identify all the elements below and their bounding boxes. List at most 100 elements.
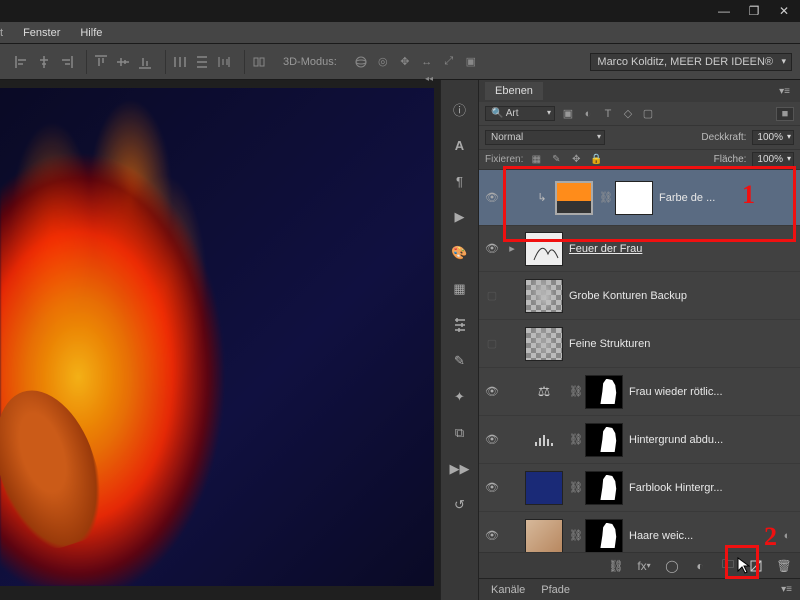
- filter-type-icon[interactable]: T: [601, 107, 615, 121]
- lock-all-icon[interactable]: 🔒: [589, 153, 603, 167]
- panel-menu-icon[interactable]: ▾≡: [775, 86, 794, 97]
- window-close-button[interactable]: ✕: [770, 2, 798, 20]
- layer-row[interactable]: 👁 ⛓ Farblook Hintergr...: [479, 464, 800, 512]
- layer-thumb[interactable]: [525, 327, 563, 361]
- layer-name[interactable]: Farblook Hintergr...: [629, 482, 794, 494]
- 3d-pan-icon[interactable]: ✥: [395, 52, 415, 72]
- window-minimize-button[interactable]: —: [710, 2, 738, 20]
- link-layers-icon[interactable]: ⛓: [608, 558, 624, 574]
- link-mask-icon[interactable]: ⛓: [569, 529, 579, 542]
- layer-name[interactable]: Frau wieder rötlic...: [629, 386, 794, 398]
- link-mask-icon[interactable]: ⛓: [569, 481, 579, 494]
- align-right-icon[interactable]: [56, 52, 76, 72]
- tab-pfade[interactable]: Pfade: [533, 581, 578, 599]
- visibility-toggle-icon[interactable]: 👁: [485, 191, 499, 205]
- swatches-panel-icon[interactable]: 🎨: [450, 244, 470, 262]
- visibility-toggle-icon[interactable]: ▢: [485, 289, 499, 303]
- layer-name[interactable]: Hintergrund abdu...: [629, 434, 794, 446]
- new-layer-icon[interactable]: [748, 558, 764, 574]
- 3d-roll-icon[interactable]: ◎: [373, 52, 393, 72]
- history-panel-icon[interactable]: ↺: [450, 496, 470, 514]
- auto-align-icon[interactable]: [249, 52, 269, 72]
- layer-thumb[interactable]: ⚖: [525, 375, 563, 409]
- grid-panel-icon[interactable]: ▦: [450, 280, 470, 298]
- layer-filter-type[interactable]: 🔍 Art: [485, 106, 555, 121]
- smart-collapse-icon[interactable]: ▸: [505, 242, 519, 256]
- visibility-toggle-icon[interactable]: 👁: [485, 242, 499, 256]
- layer-name[interactable]: Haare weic...: [629, 530, 774, 542]
- tab-ebenen[interactable]: Ebenen: [485, 82, 543, 100]
- layer-name[interactable]: Feuer der Frau: [569, 243, 794, 255]
- lock-paint-icon[interactable]: ✎: [549, 153, 563, 167]
- visibility-toggle-icon[interactable]: 👁: [485, 529, 499, 543]
- collapse-handle-icon[interactable]: ◂◂: [418, 74, 440, 82]
- layer-row[interactable]: ▢ Grobe Konturen Backup: [479, 272, 800, 320]
- menu-hilfe[interactable]: Hilfe: [80, 27, 102, 39]
- layer-mask-thumb[interactable]: [615, 181, 653, 215]
- new-fill-adjust-icon[interactable]: ◐: [692, 558, 708, 574]
- layer-thumb[interactable]: [525, 471, 563, 505]
- lock-transparent-icon[interactable]: ▦: [529, 153, 543, 167]
- filter-shape-icon[interactable]: ◇: [621, 107, 635, 121]
- layer-mask-thumb[interactable]: [585, 471, 623, 505]
- add-mask-icon[interactable]: ◯: [664, 558, 680, 574]
- bottom-panel-menu-icon[interactable]: ▾≡: [777, 584, 796, 595]
- wand-panel-icon[interactable]: ✦: [450, 388, 470, 406]
- visibility-toggle-icon[interactable]: 👁: [485, 433, 499, 447]
- brush-panel-icon[interactable]: ✎: [450, 352, 470, 370]
- 3d-scale-icon[interactable]: ⤢: [439, 52, 459, 72]
- 3d-slide-icon[interactable]: ↔: [417, 52, 437, 72]
- layer-thumb[interactable]: [555, 181, 593, 215]
- layer-row[interactable]: 👁 ⛓ Haare weic... ◐: [479, 512, 800, 552]
- align-center-h-icon[interactable]: [34, 52, 54, 72]
- document-canvas[interactable]: [0, 88, 434, 586]
- layer-row[interactable]: 👁 ▸ Feuer der Frau: [479, 226, 800, 272]
- layer-thumb[interactable]: [525, 232, 563, 266]
- filter-adjust-icon[interactable]: ◐: [581, 107, 595, 121]
- distribute-space-icon[interactable]: [214, 52, 234, 72]
- 3d-orbit-icon[interactable]: [351, 52, 371, 72]
- visibility-toggle-icon[interactable]: 👁: [485, 481, 499, 495]
- distribute-v-icon[interactable]: [192, 52, 212, 72]
- link-mask-icon[interactable]: ⛓: [599, 191, 609, 204]
- character-panel-icon[interactable]: A: [450, 136, 470, 154]
- info-panel-icon[interactable]: ⓘ: [450, 100, 470, 118]
- actions-panel-icon[interactable]: ▶▶: [450, 460, 470, 478]
- smart-filter-icon[interactable]: ◐: [780, 529, 794, 543]
- layer-name[interactable]: Feine Strukturen: [569, 338, 794, 350]
- layer-mask-thumb[interactable]: [585, 375, 623, 409]
- clone-panel-icon[interactable]: ⧉: [450, 424, 470, 442]
- delete-layer-icon[interactable]: 🗑: [776, 558, 792, 574]
- blend-mode-dropdown[interactable]: Normal: [485, 130, 605, 145]
- filter-smart-icon[interactable]: ▢: [641, 107, 655, 121]
- align-left-icon[interactable]: [12, 52, 32, 72]
- layer-thumb[interactable]: [525, 423, 563, 457]
- layer-row[interactable]: 👁 ↳ ⛓ Farbe de ...: [479, 170, 800, 226]
- workspace-dropdown[interactable]: Marco Kolditz, MEER DER IDEEN®: [590, 53, 792, 71]
- layer-row[interactable]: ▢ Feine Strukturen: [479, 320, 800, 368]
- align-top-icon[interactable]: [91, 52, 111, 72]
- lock-move-icon[interactable]: ✥: [569, 153, 583, 167]
- link-mask-icon[interactable]: ⛓: [569, 433, 579, 446]
- layer-thumb[interactable]: [525, 519, 563, 553]
- layer-row[interactable]: 👁 ⚖ ⛓ Frau wieder rötlic...: [479, 368, 800, 416]
- new-group-icon[interactable]: 🗀: [720, 558, 736, 574]
- play-panel-icon[interactable]: ▶: [450, 208, 470, 226]
- filter-toggle-icon[interactable]: ■: [776, 107, 794, 121]
- filter-pixel-icon[interactable]: ▣: [561, 107, 575, 121]
- distribute-h-icon[interactable]: [170, 52, 190, 72]
- paragraph-panel-icon[interactable]: ¶: [450, 172, 470, 190]
- layer-fx-icon[interactable]: fx▾: [636, 558, 652, 574]
- menu-fenster[interactable]: Fenster: [23, 27, 60, 39]
- layer-name[interactable]: Grobe Konturen Backup: [569, 290, 794, 302]
- fill-input[interactable]: 100%: [752, 152, 794, 167]
- layer-thumb[interactable]: [525, 279, 563, 313]
- layer-mask-thumb[interactable]: [585, 423, 623, 457]
- layer-row[interactable]: 👁 ⛓ Hintergrund abdu...: [479, 416, 800, 464]
- adjust-panel-icon[interactable]: [450, 316, 470, 334]
- tab-kanale[interactable]: Kanäle: [483, 581, 533, 599]
- align-bottom-icon[interactable]: [135, 52, 155, 72]
- 3d-camera-icon[interactable]: ▣: [461, 52, 481, 72]
- opacity-input[interactable]: 100%: [752, 130, 794, 145]
- align-center-v-icon[interactable]: [113, 52, 133, 72]
